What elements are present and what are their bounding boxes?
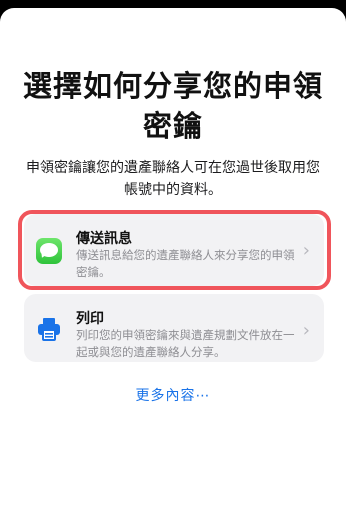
- more-options-link[interactable]: 更多內容⋯: [0, 385, 346, 405]
- printer-icon: [36, 316, 62, 342]
- chevron-right-icon: ›: [302, 320, 310, 341]
- share-sheet: 選擇如何分享您的申領密鑰 申領密鑰讓您的遺產聯絡人可在您過世後取用您帳號中的資料…: [0, 8, 346, 513]
- print-option[interactable]: 列印 列印您的申領密鑰來與遺產規劃文件放在一起或與您的遺產聯絡人分享。 ›: [24, 294, 324, 362]
- page-title: 選擇如何分享您的申領密鑰: [22, 69, 323, 143]
- page-subtitle: 申領密鑰讓您的遺產聯絡人可在您過世後取用您帳號中的資料。: [26, 160, 320, 198]
- highlight-box: [18, 210, 331, 290]
- print-title: 列印: [76, 311, 104, 327]
- print-description: 列印您的申領密鑰來與遺產規劃文件放在一起或與您的遺產聯絡人分享。: [76, 328, 295, 359]
